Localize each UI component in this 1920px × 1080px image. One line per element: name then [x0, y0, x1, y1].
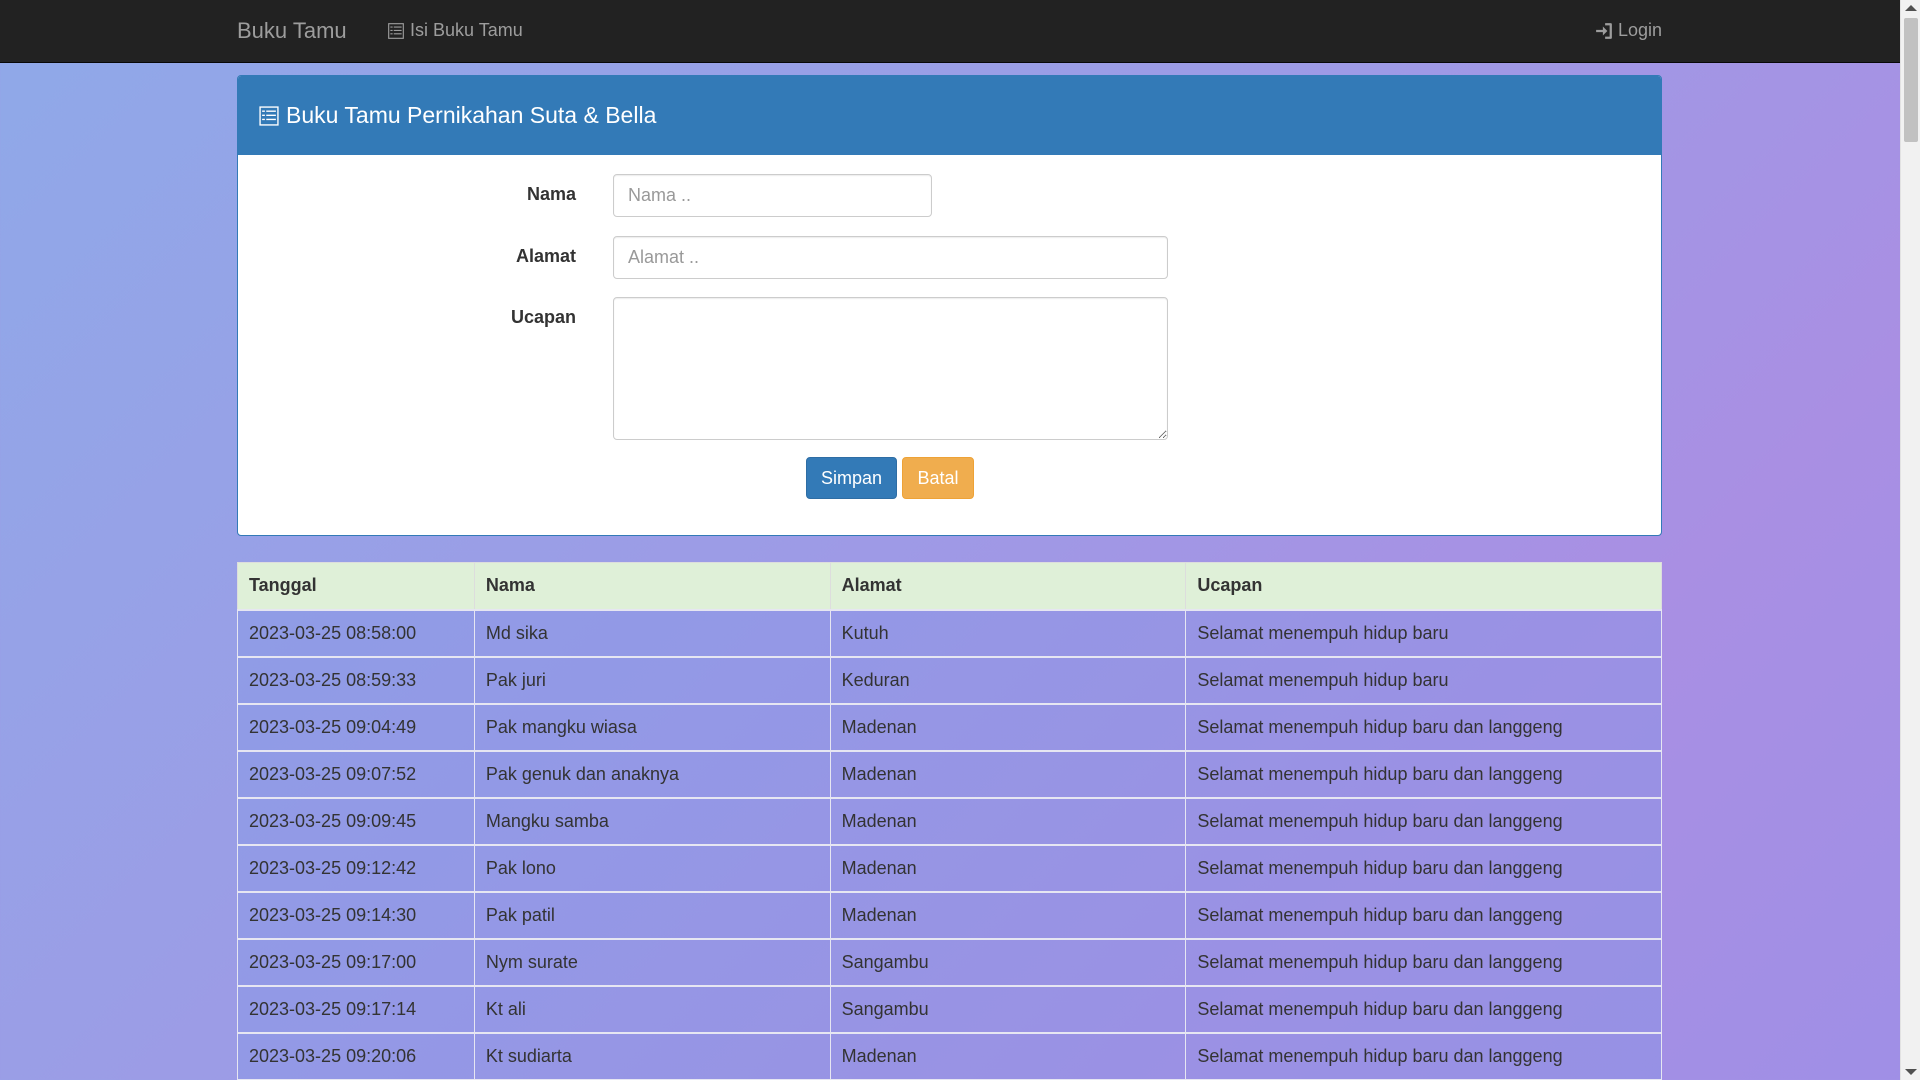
cancel-button[interactable]: Batal	[902, 457, 974, 499]
cell-nama: Pak patil	[473, 890, 831, 940]
nav-login[interactable]: Login	[1595, 20, 1662, 41]
cell-tanggal: 2023-03-25 09:14:30	[237, 890, 475, 940]
nav-isi-buku-tamu-label: Isi Buku Tamu	[410, 20, 523, 40]
table-row: 2023-03-25 09:04:49 Pak mangku wiasa Mad…	[237, 702, 1662, 752]
cell-nama: Nym surate	[473, 937, 831, 987]
nav-login-label: Login	[1618, 20, 1663, 40]
table-row: 2023-03-25 09:09:45 Mangku samba Madenan…	[237, 796, 1662, 846]
table-row: 2023-03-25 09:14:30 Pak patil Madenan Se…	[237, 890, 1662, 940]
cell-tanggal: 2023-03-25 08:59:33	[237, 655, 475, 705]
list-alt-icon	[388, 22, 404, 39]
table-row: 2023-03-25 08:58:00 Md sika Kutuh Selama…	[237, 608, 1662, 658]
log-in-icon	[1596, 22, 1612, 39]
header-ucapan: Ucapan	[1185, 562, 1662, 610]
cell-alamat: Madenan	[829, 1031, 1187, 1080]
navbar: Buku Tamu Isi Buku Tamu Login	[0, 0, 1900, 63]
page-scrollbar[interactable]	[1900, 0, 1920, 1080]
cell-alamat: Sangambu	[829, 984, 1187, 1034]
save-button[interactable]: Simpan	[806, 457, 897, 499]
table-row: 2023-03-25 09:07:52 Pak genuk dan anakny…	[237, 749, 1662, 799]
cell-tanggal: 2023-03-25 09:17:14	[237, 984, 475, 1034]
panel-title: Buku Tamu Pernikahan Suta & Bella	[286, 102, 657, 128]
cell-ucapan: Selamat menempuh hidup baru	[1185, 655, 1662, 705]
cell-alamat: Sangambu	[829, 937, 1187, 987]
guest-table: Tanggal Nama Alamat Ucapan 2023-03-25 08…	[237, 562, 1662, 1080]
cell-ucapan: Selamat menempuh hidup baru dan langgeng	[1185, 749, 1662, 799]
table-header-row: Tanggal Nama Alamat Ucapan	[237, 562, 1662, 610]
alamat-input[interactable]	[613, 236, 1168, 279]
cell-ucapan: Selamat menempuh hidup baru dan langgeng	[1185, 890, 1662, 940]
cell-ucapan: Selamat menempuh hidup baru dan langgeng	[1185, 937, 1662, 987]
cell-alamat: Madenan	[829, 796, 1187, 846]
cell-tanggal: 2023-03-25 09:07:52	[237, 749, 475, 799]
cell-alamat: Madenan	[829, 890, 1187, 940]
ucapan-textarea[interactable]	[613, 297, 1168, 440]
cell-tanggal: 2023-03-25 08:58:00	[237, 608, 475, 658]
table-row: 2023-03-25 09:17:00 Nym surate Sangambu …	[237, 937, 1662, 987]
nama-label: Nama	[526, 184, 576, 204]
table-row: 2023-03-25 09:17:14 Kt ali Sangambu Sela…	[237, 984, 1662, 1034]
list-alt-icon	[259, 105, 279, 126]
cell-nama: Pak mangku wiasa	[473, 702, 831, 752]
nav-isi-buku-tamu[interactable]: Isi Buku Tamu	[387, 20, 523, 41]
cell-alamat: Madenan	[829, 749, 1187, 799]
cell-alamat: Madenan	[829, 702, 1187, 752]
cell-tanggal: 2023-03-25 09:17:00	[237, 937, 475, 987]
navbar-brand[interactable]: Buku Tamu	[237, 18, 347, 44]
table-row: 2023-03-25 08:59:33 Pak juri Keduran Sel…	[237, 655, 1662, 705]
cell-alamat: Keduran	[829, 655, 1187, 705]
cell-tanggal: 2023-03-25 09:09:45	[237, 796, 475, 846]
cell-nama: Kt ali	[473, 984, 831, 1034]
scroll-down-arrow-icon[interactable]	[1905, 1069, 1917, 1075]
panel-heading: Buku Tamu Pernikahan Suta & Bella	[238, 76, 1661, 155]
cell-ucapan: Selamat menempuh hidup baru dan langgeng	[1185, 984, 1662, 1034]
cell-nama: Mangku samba	[473, 796, 831, 846]
cell-tanggal: 2023-03-25 09:04:49	[237, 702, 475, 752]
cell-alamat: Kutuh	[829, 608, 1187, 658]
cell-ucapan: Selamat menempuh hidup baru dan langgeng	[1185, 702, 1662, 752]
cell-ucapan: Selamat menempuh hidup baru dan langgeng	[1185, 843, 1662, 893]
cell-nama: Pak juri	[473, 655, 831, 705]
cell-nama: Pak genuk dan anaknya	[473, 749, 831, 799]
alamat-label: Alamat	[515, 246, 576, 266]
table-row: 2023-03-25 09:20:06 Kt sudiarta Madenan …	[237, 1031, 1662, 1080]
cell-ucapan: Selamat menempuh hidup baru	[1185, 608, 1662, 658]
scroll-thumb[interactable]	[1904, 18, 1918, 142]
scroll-up-arrow-icon[interactable]	[1905, 5, 1917, 11]
table-row: 2023-03-25 09:12:42 Pak lono Madenan Sel…	[237, 843, 1662, 893]
cell-ucapan: Selamat menempuh hidup baru dan langgeng	[1185, 1031, 1662, 1080]
cell-ucapan: Selamat menempuh hidup baru dan langgeng	[1185, 796, 1662, 846]
cell-nama: Pak lono	[473, 843, 831, 893]
cell-tanggal: 2023-03-25 09:12:42	[237, 843, 475, 893]
cell-nama: Kt sudiarta	[473, 1031, 831, 1080]
ucapan-label: Ucapan	[510, 307, 576, 327]
header-tanggal: Tanggal	[237, 562, 475, 610]
cell-tanggal: 2023-03-25 09:20:06	[237, 1031, 475, 1080]
guestbook-panel: Buku Tamu Pernikahan Suta & Bella Nama A…	[237, 75, 1662, 536]
cell-nama: Md sika	[473, 608, 831, 658]
header-alamat: Alamat	[829, 562, 1187, 610]
header-nama: Nama	[473, 562, 831, 610]
cell-alamat: Madenan	[829, 843, 1187, 893]
nama-input[interactable]	[613, 174, 932, 217]
